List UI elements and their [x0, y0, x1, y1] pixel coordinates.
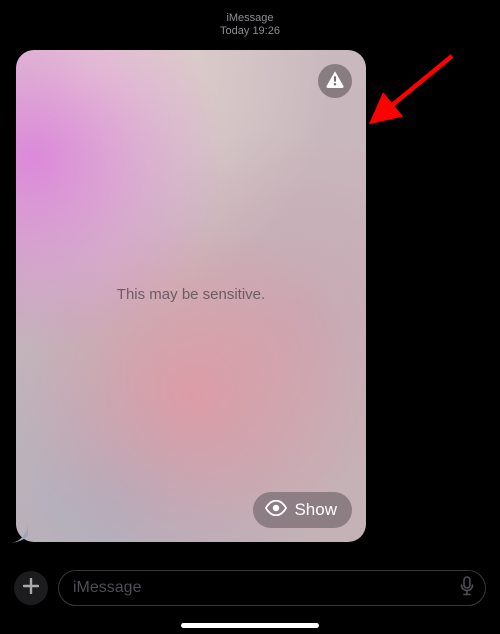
message-input[interactable]: iMessage	[58, 570, 486, 606]
bubble-tail	[8, 523, 28, 543]
home-indicator[interactable]	[181, 623, 319, 628]
message-input-placeholder: iMessage	[73, 579, 459, 597]
plus-icon	[23, 578, 39, 599]
message-composer: iMessage	[14, 570, 486, 606]
timestamp-label: Today 19:26	[0, 25, 500, 38]
message-bubble-container: This may be sensitive. Show	[16, 50, 366, 542]
annotation-arrow	[360, 50, 460, 130]
attach-button[interactable]	[14, 571, 48, 605]
show-button[interactable]: Show	[253, 492, 352, 528]
sensitive-warning-badge[interactable]	[318, 64, 352, 98]
sensitive-warning-text: This may be sensitive.	[117, 286, 265, 303]
microphone-icon[interactable]	[459, 576, 475, 601]
sensitive-image-bubble[interactable]: This may be sensitive. Show	[16, 50, 366, 542]
eye-icon	[265, 500, 287, 521]
show-button-label: Show	[294, 500, 337, 520]
timestamp-header: iMessage Today 19:26	[0, 0, 500, 44]
service-label: iMessage	[0, 12, 500, 25]
warning-triangle-icon	[325, 70, 345, 93]
